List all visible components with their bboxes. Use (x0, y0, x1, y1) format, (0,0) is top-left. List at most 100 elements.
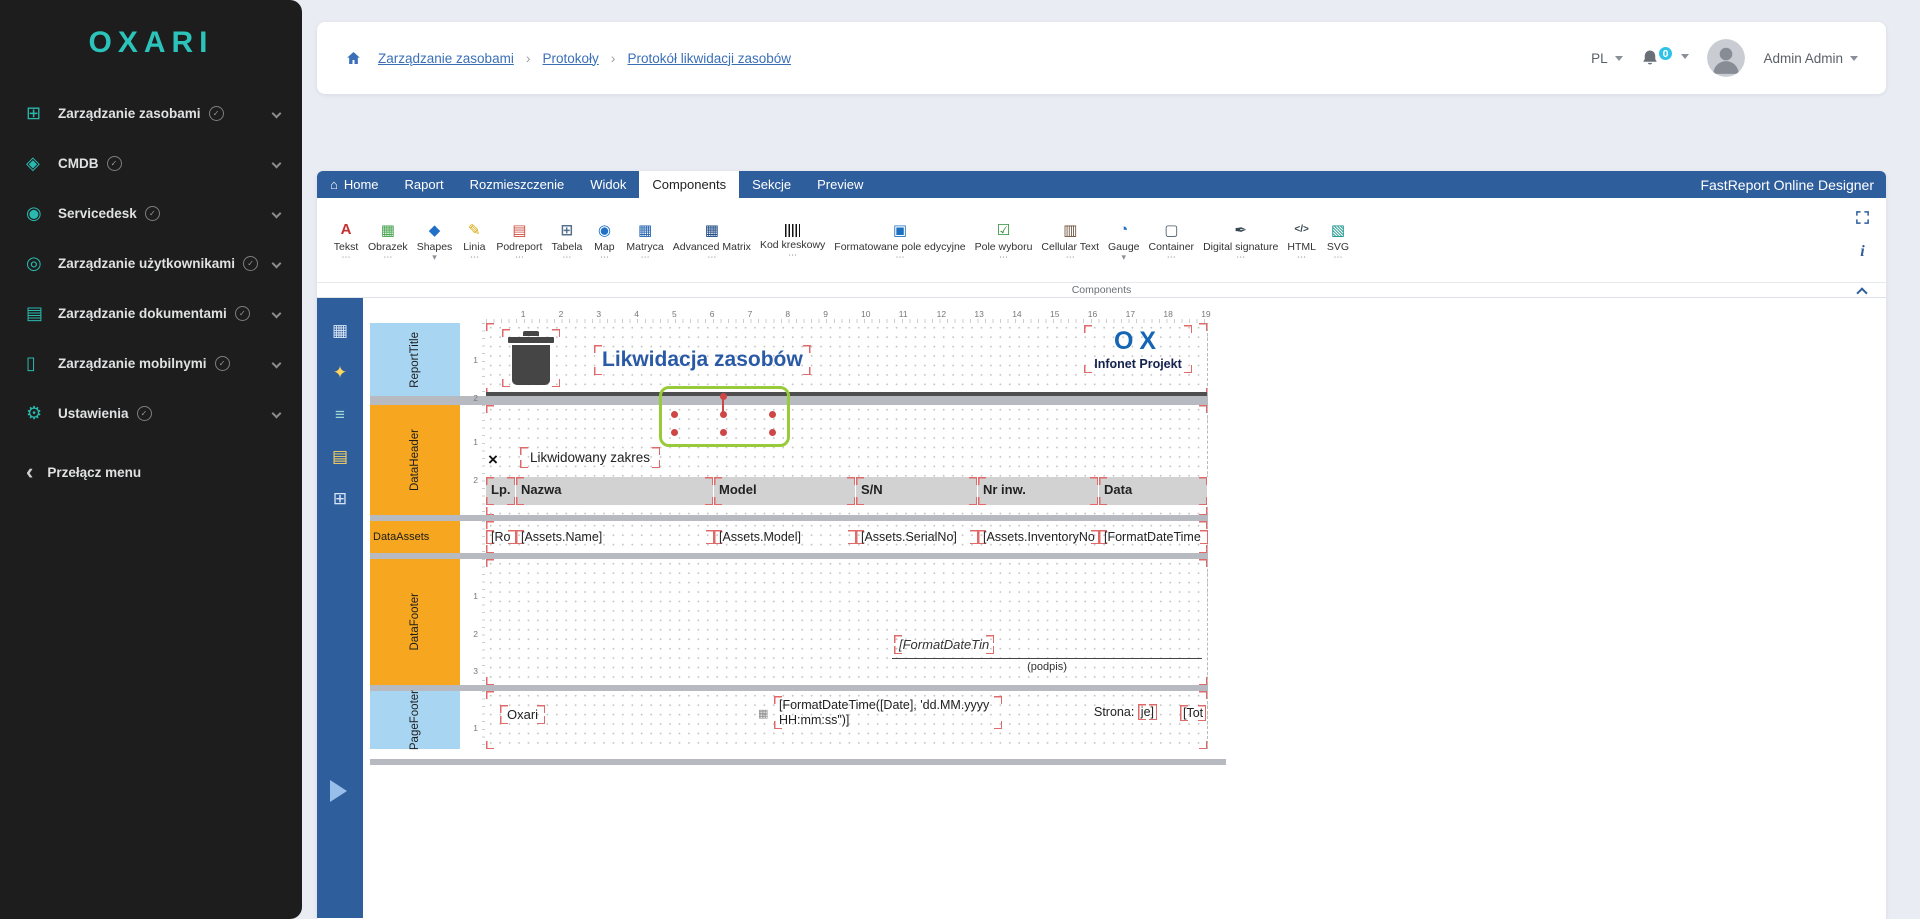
sidebar-item-zarządzanie-dokumentami[interactable]: ▤ Zarządzanie dokumentami ✓ (0, 288, 302, 338)
info-icon[interactable]: i (1860, 243, 1864, 261)
selection-handle[interactable] (720, 429, 727, 436)
footer-company-text[interactable]: Oxari (500, 705, 545, 724)
copy-icon[interactable]: ⊞ (333, 490, 347, 507)
signature-line[interactable] (892, 658, 1202, 659)
table-cell[interactable]: [Assets.Model] (714, 530, 856, 544)
sidebar-item-zarządzanie-mobilnymi[interactable]: ▯ Zarządzanie mobilnymi ✓ (0, 338, 302, 388)
run-report-button[interactable] (330, 780, 347, 802)
sidebar-item-cmdb[interactable]: ◈ CMDB ✓ (0, 138, 302, 188)
band-label-datafooter[interactable]: DataFooter (370, 559, 460, 685)
footer-page-number[interactable]: Strona: je] (1094, 705, 1157, 719)
date-field[interactable]: [FormatDateTin (894, 635, 994, 654)
table-cell[interactable]: [FormatDateTime (1099, 530, 1208, 544)
sidebar-item-servicedesk[interactable]: ◉ Servicedesk ✓ (0, 188, 302, 238)
table-header-s-n[interactable]: S/N (856, 477, 978, 505)
component-html[interactable]: </> HTML ⋯ (1287, 221, 1316, 262)
dictionary-icon[interactable]: ▤ (332, 448, 348, 465)
component-cellular-text[interactable]: ▥ Cellular Text ⋯ (1041, 221, 1099, 262)
component-kod-kreskowy[interactable]: Kod kreskowy ⋯ (760, 221, 825, 260)
selection-handle[interactable] (720, 411, 727, 418)
language-selector[interactable]: PL (1591, 51, 1623, 66)
component-formatowane-pole-edycyjne[interactable]: ▣ Formatowane pole edycyjne ⋯ (834, 221, 965, 262)
menu-toggle-button[interactable]: ‹ Przełącz menu (0, 450, 302, 494)
component-map[interactable]: ◉ Map ⋯ (591, 221, 617, 262)
horizontal-ruler: 12345678910111213141516171819 (486, 307, 1208, 323)
band-content-reporttitle[interactable]: Likwidacja zasobów OX Infonet Projekt (486, 323, 1208, 396)
table-header-model[interactable]: Model (714, 477, 856, 505)
page-bottom-edge (370, 759, 1226, 765)
tab-components[interactable]: Components (639, 171, 739, 198)
wizard-icon[interactable]: ✦ (333, 364, 347, 381)
component-matryca[interactable]: ▦ Matryca ⋯ (626, 221, 663, 262)
delete-icon[interactable]: × (488, 451, 498, 468)
signature-label[interactable]: (podpis) (892, 661, 1202, 673)
component-obrazek[interactable]: ▦ Obrazek ⋯ (368, 221, 408, 262)
component-gauge[interactable]: ◔ Gauge ▾ (1108, 221, 1140, 262)
component-svg[interactable]: ▧ SVG ⋯ (1325, 221, 1351, 262)
band-content-dataassets[interactable]: [Ro[Assets.Name][Assets.Model][Assets.Se… (486, 521, 1208, 553)
band-content-pagefooter[interactable]: Oxari ▦ [FormatDateTime([Date], 'dd.MM.y… (486, 691, 1208, 749)
report-title-text[interactable]: Likwidacja zasobów (594, 345, 811, 375)
band-label-pagefooter[interactable]: PageFooter (370, 691, 460, 749)
tab-rozmieszczenie[interactable]: Rozmieszczenie (457, 171, 578, 198)
section-label[interactable]: Likwidowany zakres (520, 447, 660, 468)
table-header-nazwa[interactable]: Nazwa (516, 477, 714, 505)
selection-handle[interactable] (769, 411, 776, 418)
table-cell[interactable]: [Ro (486, 530, 516, 544)
tab-raport[interactable]: Raport (392, 171, 457, 198)
image-icon: ▦ (381, 221, 395, 239)
table-cell[interactable]: [Assets.Name] (516, 530, 714, 544)
footer-total-pages[interactable]: [Tot (1180, 705, 1206, 721)
band-row-dataheader: DataHeader 12 × Likwidowany zakres Lp.Na… (370, 405, 1226, 515)
component-tabela[interactable]: ⊞ Tabela ⋯ (551, 221, 582, 262)
band-label-dataassets[interactable]: DataAssets (370, 521, 460, 553)
tab-preview[interactable]: Preview (804, 171, 876, 198)
component-advanced-matrix[interactable]: ▦ Advanced Matrix ⋯ (673, 221, 751, 262)
company-logo[interactable]: OX Infonet Projekt (1084, 325, 1192, 373)
table-cell[interactable]: [Assets.SerialNo] (856, 530, 978, 544)
fullscreen-icon[interactable] (1855, 210, 1870, 225)
footer-datetime-field[interactable]: [FormatDateTime([Date], 'dd.MM.yyyy HH:m… (774, 696, 1002, 729)
chevron-up-icon[interactable] (1856, 287, 1867, 298)
band-content-datafooter[interactable]: [FormatDateTin (podpis) (486, 559, 1208, 685)
avatar[interactable] (1707, 39, 1745, 77)
component-pole-wyboru[interactable]: ☑ Pole wyboru ⋯ (975, 221, 1033, 262)
report-grid-icon[interactable]: ▦ (332, 322, 348, 339)
notifications-button[interactable]: 0 (1641, 48, 1690, 68)
component-linia[interactable]: ✎ Linia ⋯ (461, 221, 487, 262)
table-header-data[interactable]: Data (1099, 477, 1208, 505)
tab-sekcje[interactable]: Sekcje (739, 171, 804, 198)
tab-widok[interactable]: Widok (577, 171, 639, 198)
separator-line-object[interactable] (486, 392, 1208, 396)
selection-handle[interactable] (671, 411, 678, 418)
component-shapes[interactable]: ◆ Shapes ▾ (417, 221, 453, 262)
component-podreport[interactable]: ▤ Podreport ⋯ (496, 221, 542, 262)
component-container[interactable]: ▢ Container ⋯ (1149, 221, 1195, 262)
design-canvas[interactable]: 12345678910111213141516171819 ReportTitl… (363, 298, 1886, 918)
tab-home[interactable]: ⌂Home (317, 171, 392, 198)
selected-object[interactable] (659, 386, 790, 447)
status-circle-icon: ✓ (235, 306, 250, 321)
user-menu[interactable]: Admin Admin (1763, 51, 1858, 66)
selection-handle[interactable] (720, 393, 727, 400)
component-tekst[interactable]: A Tekst ⋯ (333, 221, 359, 262)
home-icon[interactable] (345, 50, 362, 66)
band-content-dataheader[interactable]: × Likwidowany zakres Lp.NazwaModelS/NNr … (486, 405, 1208, 515)
dropdown-caret-icon: ▾ (1122, 255, 1127, 262)
sidebar-item-zarządzanie-użytkownikami[interactable]: ◎ Zarządzanie użytkownikami ✓ (0, 238, 302, 288)
component-digital-signature[interactable]: ✒ Digital signature ⋯ (1203, 221, 1278, 262)
trash-image[interactable] (502, 329, 560, 387)
structure-icon[interactable]: ≡ (335, 406, 345, 423)
sidebar-item-zarządzanie-zasobami[interactable]: ⊞ Zarządzanie zasobami ✓ (0, 88, 302, 138)
table-cell[interactable]: [Assets.InventoryNo (978, 530, 1099, 544)
breadcrumb-link[interactable]: Protokoły (543, 51, 599, 66)
breadcrumb-link[interactable]: Protokół likwidacji zasobów (627, 51, 791, 66)
band-label-reporttitle[interactable]: ReportTitle (370, 323, 460, 396)
selection-handle[interactable] (671, 429, 678, 436)
table-header-lp[interactable]: Lp. (486, 477, 516, 505)
selection-handle[interactable] (769, 429, 776, 436)
sidebar-item-ustawienia[interactable]: ⚙ Ustawienia ✓ (0, 388, 302, 438)
band-label-dataheader[interactable]: DataHeader (370, 405, 460, 515)
breadcrumb-link[interactable]: Zarządzanie zasobami (378, 51, 514, 66)
table-header-nr-inw[interactable]: Nr inw. (978, 477, 1099, 505)
